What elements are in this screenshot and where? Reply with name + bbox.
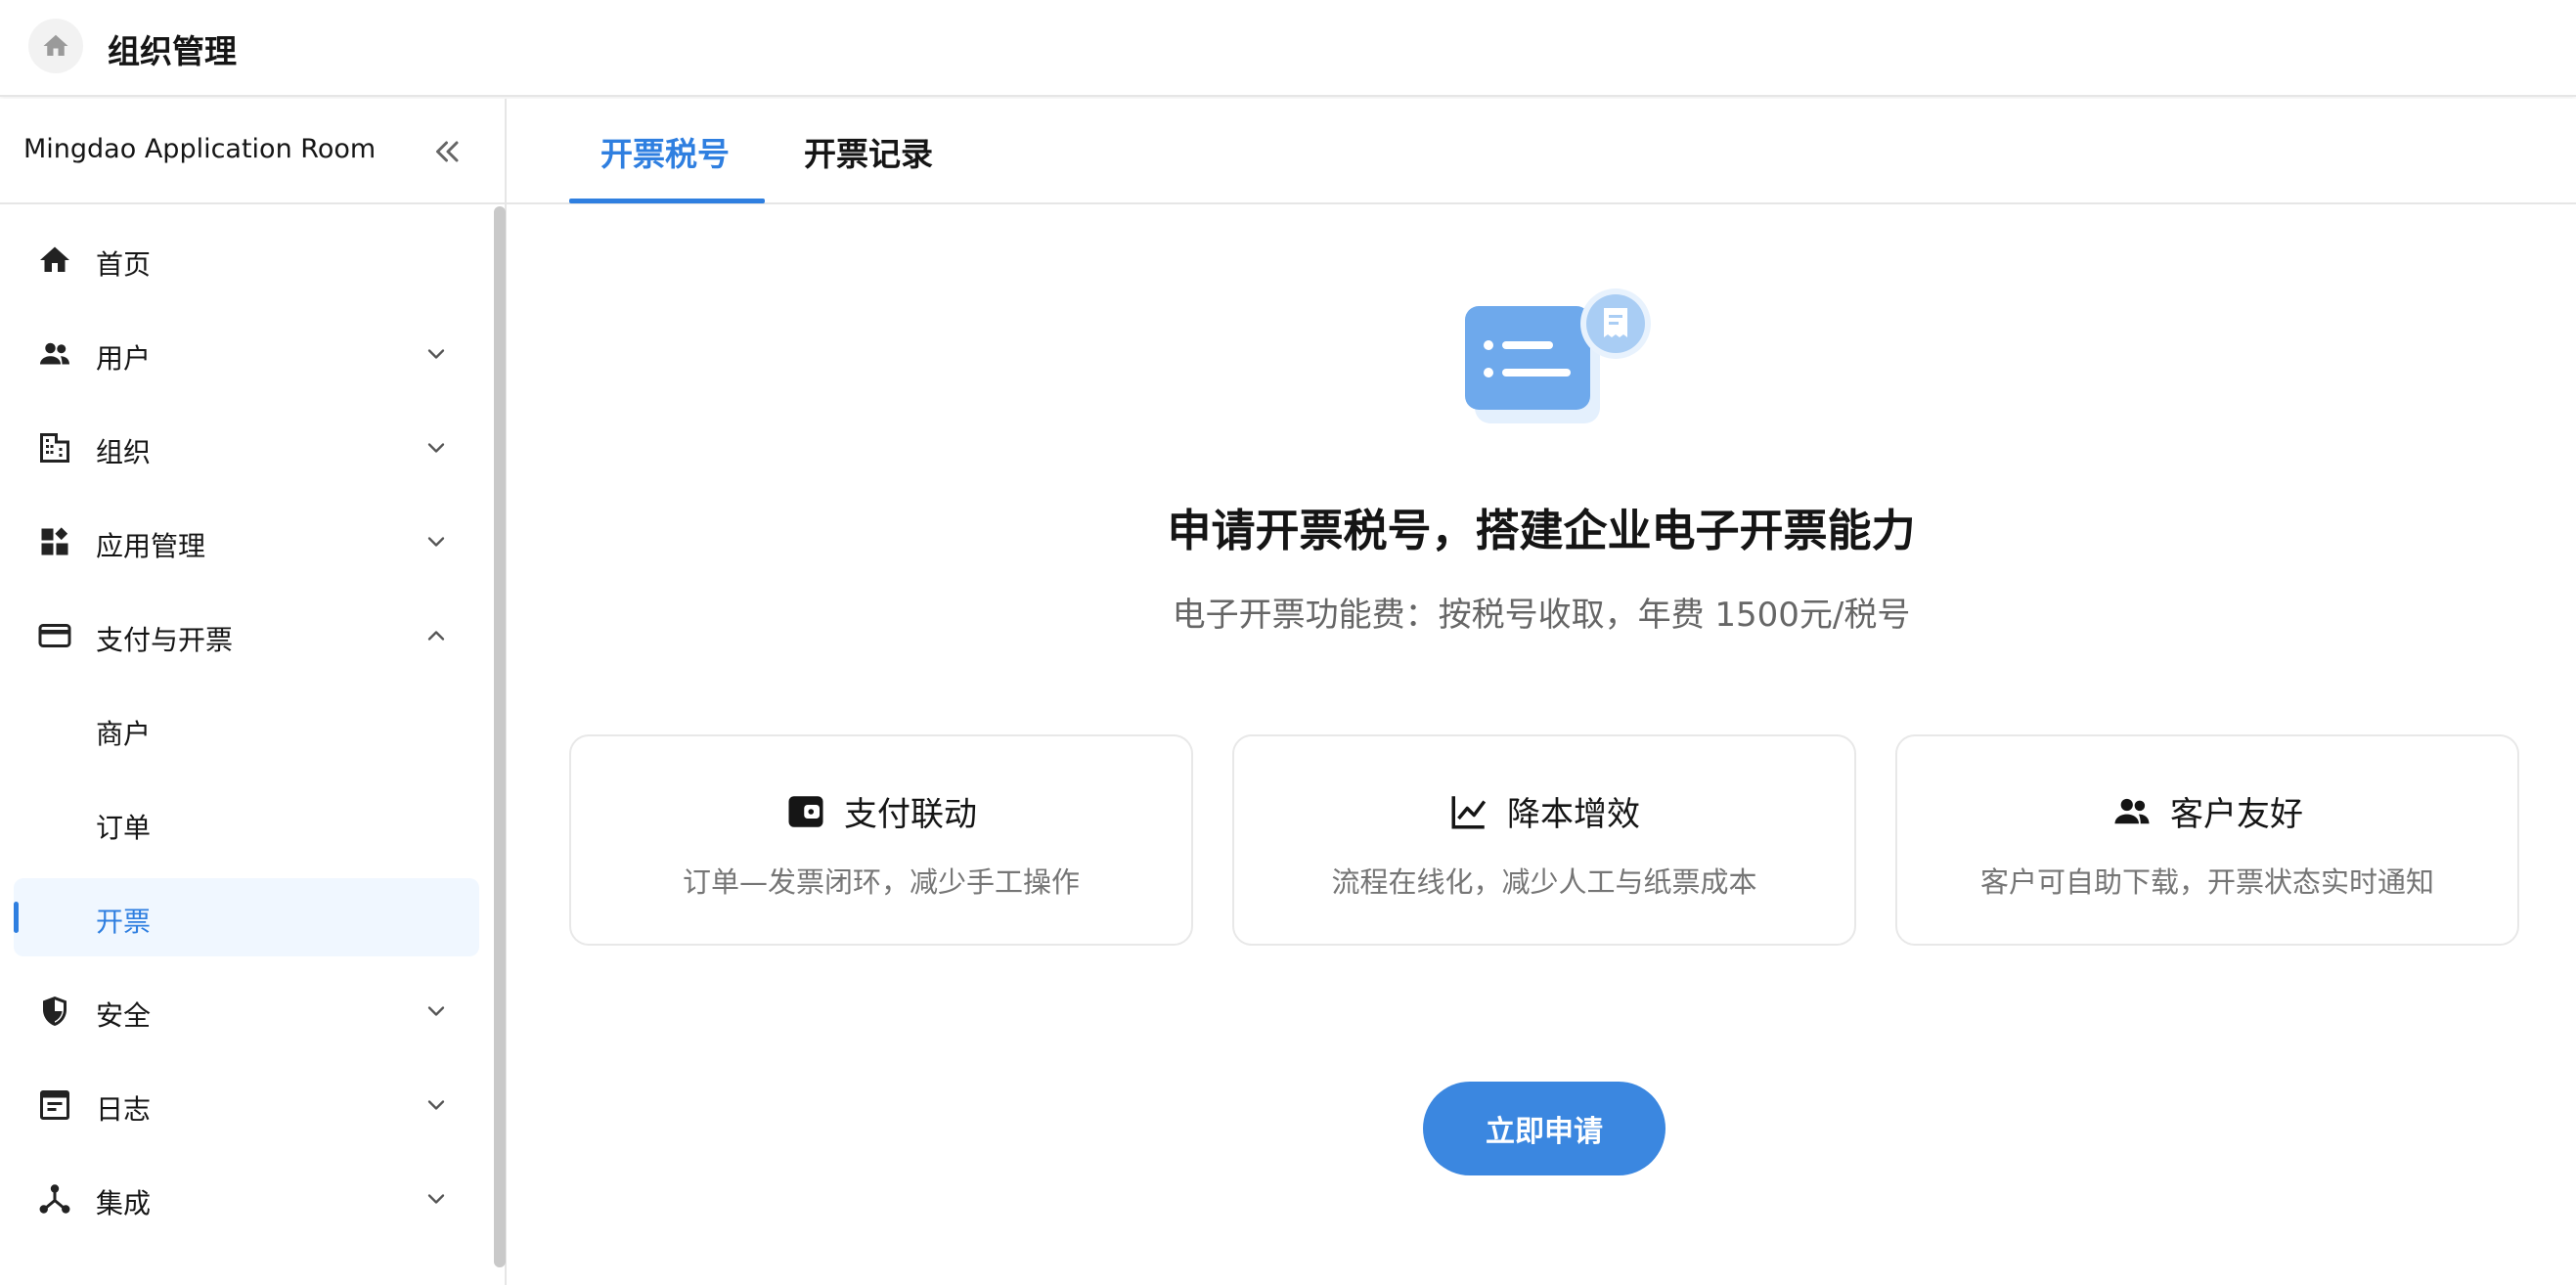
sidebar-scrollbar[interactable] <box>494 206 506 1267</box>
sidebar-item-home[interactable]: 首页 <box>14 221 479 299</box>
headline: 申请开票税号，搭建企业电子开票能力 <box>1167 505 1916 556</box>
top-bar: 组织管理 <box>0 0 2576 97</box>
sidebar-item-orders[interactable]: 订单 <box>14 784 479 863</box>
sidebar-item-label: 日志 <box>96 1093 152 1126</box>
sidebar-item-invoicing[interactable]: 开票 <box>14 878 479 956</box>
tab-invoice-records[interactable]: 开票记录 <box>804 128 933 175</box>
users-icon <box>2114 798 2150 823</box>
sidebar-item-users[interactable]: 用户 <box>14 315 479 393</box>
active-indicator <box>14 902 19 933</box>
sidebar-item-label: 开票 <box>96 906 152 938</box>
log-icon <box>37 1087 72 1123</box>
feature-card-payment-link: 支付联动 订单—发票闭环，减少手工操作 <box>569 734 1193 946</box>
sidebar-item-label: 首页 <box>96 248 152 281</box>
integration-icon <box>37 1181 72 1217</box>
home-icon <box>43 34 68 56</box>
home-icon <box>37 243 72 278</box>
sidebar-item-organization[interactable]: 组织 <box>14 409 479 487</box>
chevron-down-icon <box>422 1185 450 1213</box>
sidebar-item-label: 支付与开票 <box>96 624 234 656</box>
double-chevron-left-icon <box>436 141 459 162</box>
sidebar-item-label: 应用管理 <box>96 530 206 562</box>
invoice-illustration-icon <box>1465 288 1651 423</box>
sidebar-item-label: 订单 <box>96 812 152 844</box>
card-title: 降本增效 <box>1507 795 1640 834</box>
card-description: 客户可自助下载，开票状态实时通知 <box>1979 865 2434 899</box>
chevron-down-icon <box>422 340 450 368</box>
card-title: 支付联动 <box>844 795 977 834</box>
sidebar-item-label: 集成 <box>96 1187 152 1219</box>
page-title: 组织管理 <box>108 32 237 70</box>
sidebar-item-label: 商户 <box>96 718 152 750</box>
chevron-down-icon <box>422 997 450 1025</box>
sidebar-item-security[interactable]: 安全 <box>14 972 479 1050</box>
feature-card-customer-friendly: 客户友好 客户可自助下载，开票状态实时通知 <box>1895 734 2519 946</box>
pricing-text: 电子开票功能费：按税号收取，年费 1500元/税号 <box>1172 596 1911 635</box>
tab-invoice-tax-id[interactable]: 开票税号 <box>600 128 730 175</box>
main-content: 开票税号 开票记录 申请开票税号，搭建企业电子开票能力 电子开票功能费：按税号收… <box>507 99 2576 1285</box>
building-icon <box>37 430 72 465</box>
card-title: 客户友好 <box>2170 795 2303 834</box>
sidebar-header: Mingdao Application Room <box>0 99 505 204</box>
sidebar-item-merchant[interactable]: 商户 <box>14 690 479 769</box>
active-tab-underline <box>569 199 765 203</box>
sidebar-item-label: 组织 <box>96 436 152 468</box>
chevron-down-icon <box>422 1091 450 1119</box>
tab-bar: 开票税号 开票记录 <box>507 99 2576 204</box>
sidebar-item-app-management[interactable]: 应用管理 <box>14 503 479 581</box>
sidebar-item-integration[interactable]: 集成 <box>14 1160 479 1238</box>
chevron-down-icon <box>422 528 450 555</box>
feature-card-cost-efficiency: 降本增效 流程在线化，减少人工与纸票成本 <box>1232 734 1856 946</box>
apply-now-button[interactable]: 立即申请 <box>1423 1082 1666 1175</box>
sidebar: Mingdao Application Room 首页 用户 组织 应用管理 支… <box>0 99 507 1285</box>
wallet-icon <box>788 795 823 827</box>
shield-icon <box>37 994 72 1029</box>
sidebar-item-logs[interactable]: 日志 <box>14 1066 479 1144</box>
card-icon <box>37 618 72 653</box>
card-description: 订单—发票闭环，减少手工操作 <box>682 865 1080 899</box>
sidebar-item-payment-invoicing[interactable]: 支付与开票 <box>14 597 479 675</box>
chevron-up-icon <box>422 622 450 649</box>
org-name: Mingdao Application Room <box>23 134 377 164</box>
collapse-sidebar-button[interactable] <box>430 134 466 169</box>
apps-icon <box>37 524 72 559</box>
chevron-down-icon <box>422 434 450 462</box>
card-description: 流程在线化，减少人工与纸票成本 <box>1331 865 1757 899</box>
users-icon <box>37 336 72 372</box>
sidebar-item-label: 安全 <box>96 999 152 1032</box>
home-button[interactable] <box>28 19 83 73</box>
line-chart-icon <box>1451 795 1487 828</box>
sidebar-item-label: 用户 <box>96 342 152 375</box>
